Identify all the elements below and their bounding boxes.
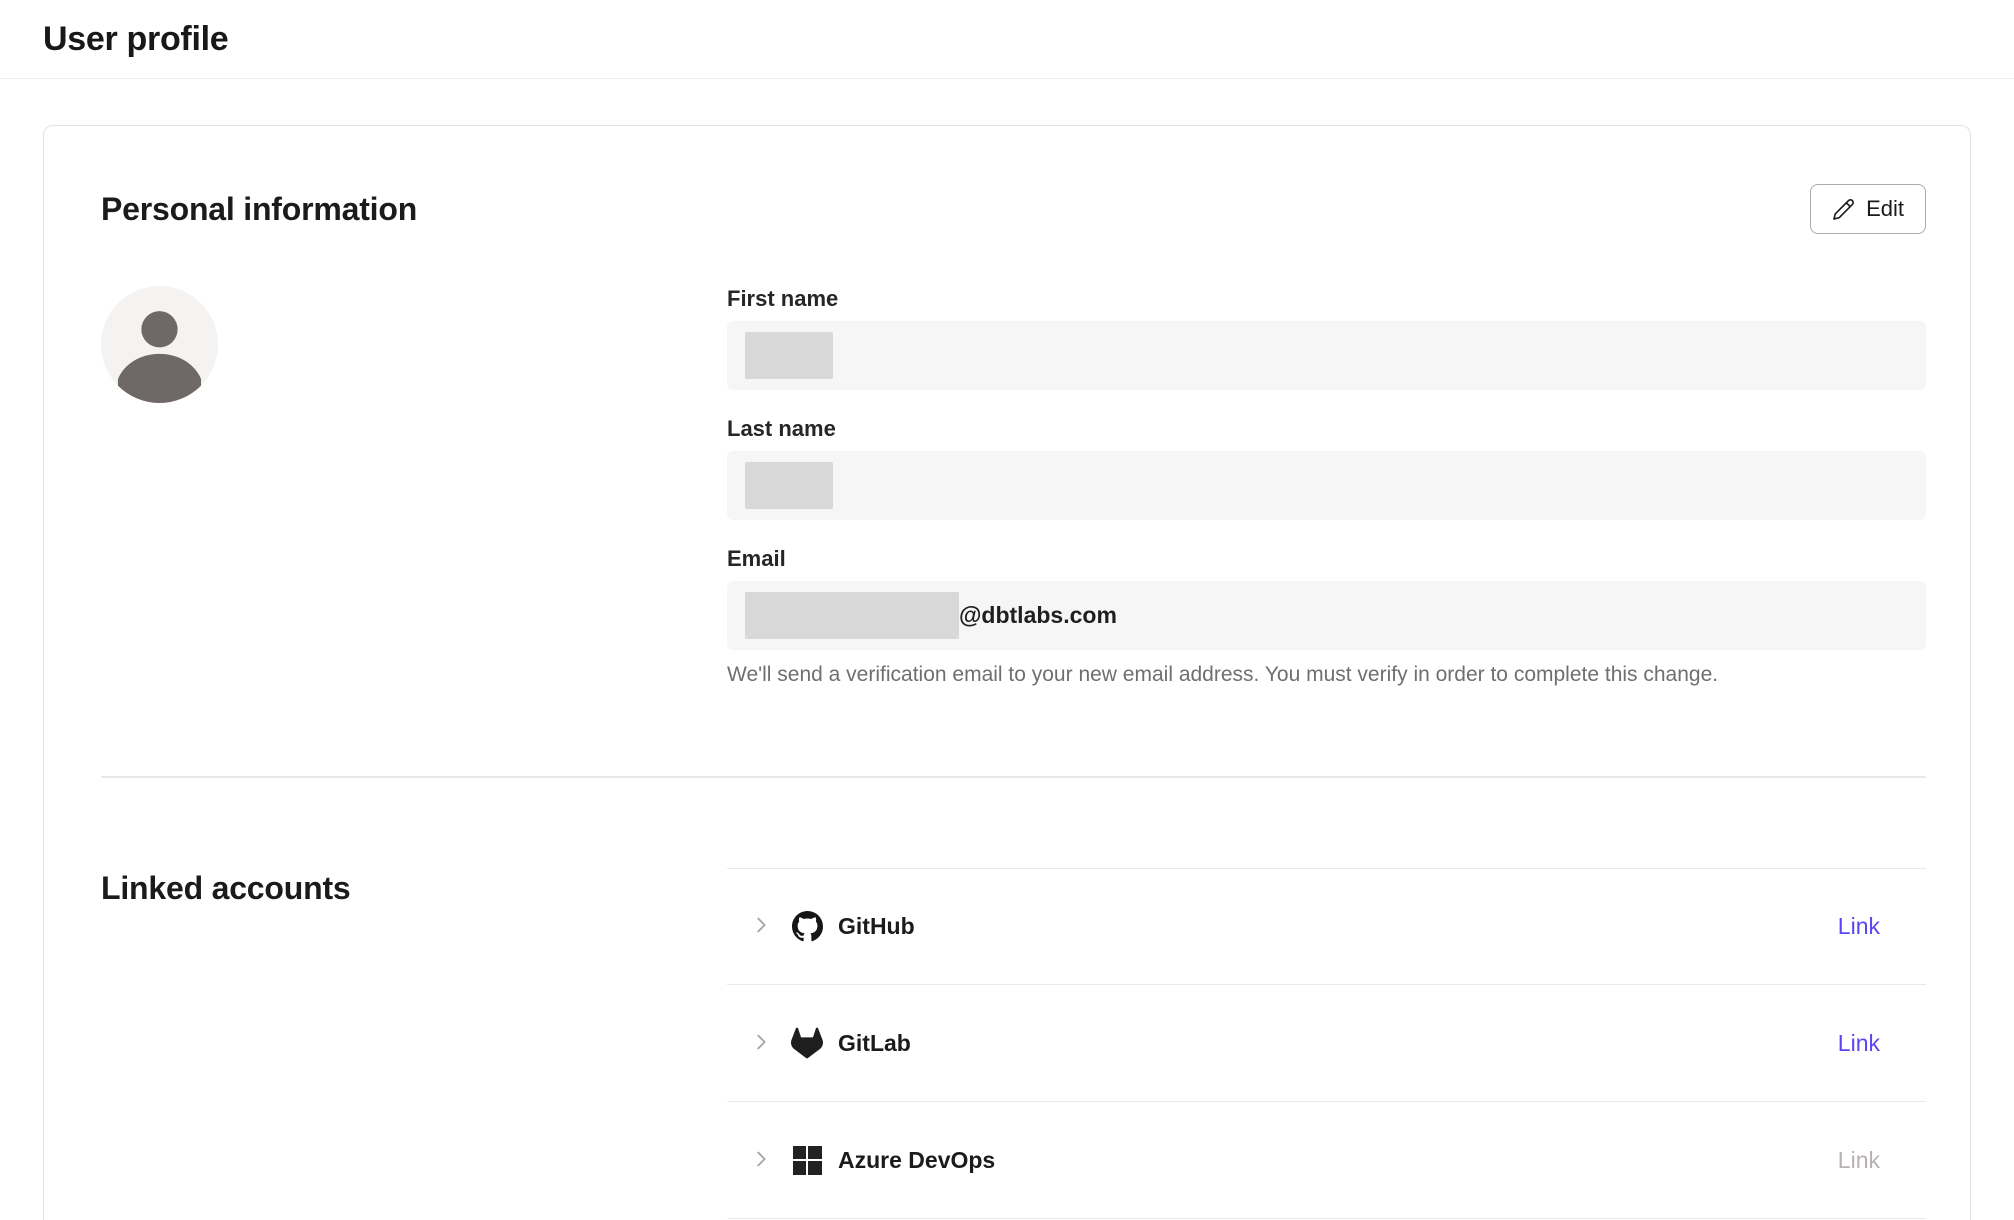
chevron-right-icon xyxy=(750,1148,772,1173)
chevron-right-icon xyxy=(750,914,772,939)
first-name-field[interactable] xyxy=(727,321,1926,390)
azure-devops-link-action: Link xyxy=(1838,1147,1880,1174)
user-profile-card: Personal information Edit xyxy=(43,125,1971,1220)
edit-button-label: Edit xyxy=(1866,196,1904,222)
email-helper-text: We'll send a verification email to your … xyxy=(727,663,1926,687)
email-field[interactable]: @dbtlabs.com xyxy=(727,581,1926,650)
avatar xyxy=(101,286,218,403)
gitlab-provider-name: GitLab xyxy=(838,1030,911,1057)
page-header: User profile xyxy=(0,0,2014,79)
gitlab-link-action[interactable]: Link xyxy=(1838,1030,1880,1057)
email-domain-suffix: @dbtlabs.com xyxy=(959,602,1117,629)
personal-information-section: Personal information Edit xyxy=(101,126,1926,778)
personal-information-body: First name Last name Email @dbtlabs.com … xyxy=(101,286,1926,687)
email-redacted-value xyxy=(745,592,959,639)
gitlab-expand-chevron[interactable] xyxy=(749,1031,773,1055)
chevron-right-icon xyxy=(750,1031,772,1056)
last-name-field[interactable] xyxy=(727,451,1926,520)
github-expand-chevron[interactable] xyxy=(749,915,773,939)
personal-information-form: First name Last name Email @dbtlabs.com … xyxy=(727,286,1926,687)
last-name-redacted-value xyxy=(745,462,833,509)
linked-account-row-azure-devops: Azure DevOps Link xyxy=(727,1102,1926,1219)
personal-information-header: Personal information Edit xyxy=(101,126,1926,234)
linked-account-row-gitlab: GitLab Link xyxy=(727,985,1926,1102)
email-label: Email xyxy=(727,546,1926,572)
personal-information-heading: Personal information xyxy=(101,191,417,228)
linked-accounts-heading: Linked accounts xyxy=(101,870,727,907)
section-divider xyxy=(101,776,1926,778)
page-title: User profile xyxy=(43,20,228,59)
linked-account-row-github: GitHub Link xyxy=(727,868,1926,985)
azure-devops-expand-chevron[interactable] xyxy=(749,1148,773,1172)
first-name-label: First name xyxy=(727,286,1926,312)
linked-accounts-section: Linked accounts GitHub Link xyxy=(101,868,1926,1219)
last-name-label: Last name xyxy=(727,416,1926,442)
azure-devops-icon xyxy=(791,1144,823,1176)
github-icon xyxy=(791,911,823,943)
github-link-action[interactable]: Link xyxy=(1838,913,1880,940)
avatar-column xyxy=(101,286,727,687)
linked-accounts-list: GitHub Link GitLab Link xyxy=(727,868,1926,1219)
azure-devops-provider-name: Azure DevOps xyxy=(838,1147,995,1174)
edit-button[interactable]: Edit xyxy=(1810,184,1926,234)
linked-accounts-heading-column: Linked accounts xyxy=(101,868,727,1219)
pencil-icon xyxy=(1832,198,1855,221)
gitlab-icon xyxy=(791,1027,823,1059)
github-provider-name: GitHub xyxy=(838,913,915,940)
first-name-redacted-value xyxy=(745,332,833,379)
